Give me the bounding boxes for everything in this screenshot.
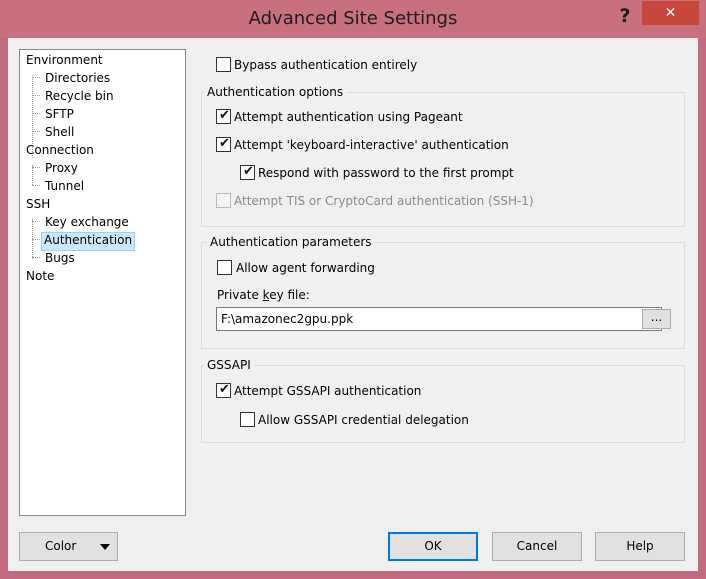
tree-line	[32, 185, 40, 186]
tree-item-sftp[interactable]: SFTP	[43, 106, 76, 123]
browse-button[interactable]: ...	[642, 309, 671, 329]
tree-line	[32, 113, 40, 114]
window-title: Advanced Site Settings	[248, 8, 458, 29]
title-bar: Advanced Site Settings ? ✕	[0, 0, 706, 38]
gssapi-attempt-checkbox[interactable]: ✔	[216, 382, 231, 398]
tree-line	[32, 131, 40, 132]
tree-item-authentication[interactable]: Authentication	[41, 232, 136, 251]
tree-item-tunnel[interactable]: Tunnel	[43, 178, 86, 195]
tree-line	[32, 239, 40, 240]
check-icon: ✔	[243, 164, 254, 179]
gssapi-delegation-checkbox[interactable]	[240, 412, 255, 427]
private-key-value: F:\amazonec2gpu.ppk	[221, 312, 354, 326]
tree-item-environment[interactable]: Environment	[24, 52, 105, 69]
tree-item-recycle-bin[interactable]: Recycle bin	[43, 88, 116, 105]
gssapi-group	[201, 365, 685, 443]
pageant-label[interactable]: Attempt authentication using Pageant	[234, 109, 463, 125]
gssapi-delegation-label[interactable]: Allow GSSAPI credential delegation	[258, 412, 469, 428]
bypass-auth-checkbox[interactable]	[216, 57, 231, 72]
private-key-label: Private key file:	[217, 288, 310, 302]
tree-item-shell[interactable]: Shell	[43, 124, 76, 141]
tree-item-ssh[interactable]: SSH	[24, 196, 52, 213]
color-label: Color	[45, 539, 77, 553]
tree-line	[32, 167, 40, 168]
bypass-auth-label[interactable]: Bypass authentication entirely	[234, 57, 417, 73]
auth-params-title: Authentication parameters	[207, 234, 375, 250]
tree-item-directories[interactable]: Directories	[43, 70, 112, 87]
agent-forwarding-checkbox[interactable]	[217, 260, 232, 275]
tree-item-proxy[interactable]: Proxy	[43, 160, 80, 177]
keyboard-interactive-checkbox[interactable]: ✔	[216, 136, 231, 152]
color-dropdown-button[interactable]: Color	[19, 532, 118, 561]
tree-item-note[interactable]: Note	[24, 268, 56, 285]
settings-tree[interactable]: Environment Directories Recycle bin SFTP…	[19, 49, 186, 516]
tree-item-key-exchange[interactable]: Key exchange	[43, 214, 131, 231]
respond-password-label[interactable]: Respond with password to the first promp…	[258, 165, 514, 181]
agent-forwarding-label[interactable]: Allow agent forwarding	[236, 260, 375, 276]
tree-line	[32, 95, 40, 96]
tree-line	[32, 221, 40, 222]
tree-item-connection[interactable]: Connection	[24, 142, 96, 159]
respond-password-checkbox[interactable]: ✔	[240, 164, 255, 180]
check-icon: ✔	[219, 108, 230, 123]
auth-options-title: Authentication options	[204, 84, 347, 100]
cancel-button[interactable]: Cancel	[492, 532, 582, 561]
tree-line	[32, 165, 33, 185]
gssapi-title: GSSAPI	[204, 357, 254, 373]
tree-line	[32, 77, 40, 78]
help-button[interactable]: Help	[595, 532, 685, 561]
check-icon: ✔	[219, 136, 230, 151]
check-icon: ✔	[219, 382, 230, 397]
gssapi-attempt-label[interactable]: Attempt GSSAPI authentication	[234, 383, 421, 399]
tree-item-bugs[interactable]: Bugs	[43, 250, 77, 267]
tis-checkbox	[216, 193, 231, 208]
close-button[interactable]: ✕	[642, 1, 699, 25]
chevron-down-icon	[100, 544, 110, 550]
help-icon[interactable]: ?	[612, 4, 638, 28]
pageant-checkbox[interactable]: ✔	[216, 108, 231, 124]
tree-line	[32, 257, 40, 258]
keyboard-interactive-label[interactable]: Attempt 'keyboard-interactive' authentic…	[234, 137, 509, 153]
private-key-input[interactable]: F:\amazonec2gpu.ppk	[216, 307, 662, 331]
ok-button[interactable]: OK	[388, 532, 478, 561]
tis-label: Attempt TIS or CryptoCard authentication…	[234, 194, 534, 208]
dialog-client-area: Environment Directories Recycle bin SFTP…	[8, 38, 698, 571]
